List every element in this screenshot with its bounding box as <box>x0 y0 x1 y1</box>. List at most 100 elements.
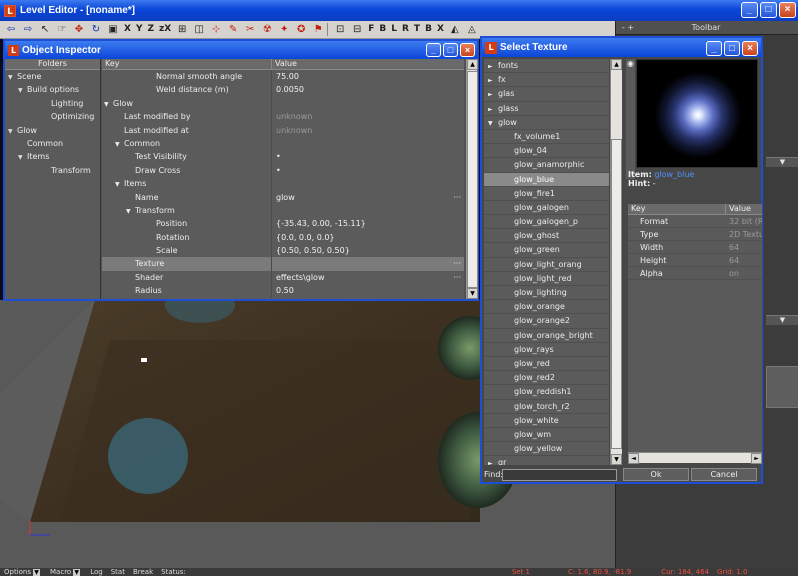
texture-property-row[interactable]: Type 2D Texture <box>628 228 762 241</box>
texture-folder[interactable]: ► glass <box>484 102 609 116</box>
property-value[interactable]: 0.50 <box>276 286 294 295</box>
texture-property-row[interactable]: Height 64 <box>628 254 762 267</box>
snap-angle-icon[interactable]: ☢ <box>259 22 275 37</box>
texture-item[interactable]: glow_rays <box>484 343 609 357</box>
view-bottom-button[interactable]: B <box>423 22 434 37</box>
expand-arrow-icon[interactable]: ► <box>488 60 498 74</box>
scrollbar-thumb[interactable] <box>467 71 478 288</box>
texture-property-row[interactable]: Alpha on <box>628 267 762 280</box>
folder-item[interactable]: ▼ Items <box>5 150 100 163</box>
key-column-header[interactable]: Key <box>102 59 272 69</box>
texture-folder[interactable]: ► glas <box>484 87 609 102</box>
texture-item[interactable]: glow_orange <box>484 300 609 315</box>
property-row[interactable]: Position {-35.43, 0.00, -15.11} <box>102 217 464 231</box>
zoom-selected-icon[interactable]: ⊟ <box>349 22 365 37</box>
property-row[interactable]: Scale {0.50, 0.50, 0.50} <box>102 244 464 258</box>
expand-arrow-icon[interactable]: ▼ <box>18 84 27 97</box>
texture-item[interactable]: glow_blue <box>484 172 609 187</box>
property-value[interactable]: • <box>276 152 281 161</box>
property-value[interactable]: {0.50, 0.50, 0.50} <box>276 246 350 255</box>
inspector-maximize-button[interactable]: □ <box>443 43 458 57</box>
scroll-down-arrow-icon[interactable]: ▼ <box>467 288 478 299</box>
snap-icon[interactable]: ◫ <box>191 22 207 37</box>
property-value[interactable]: unknown <box>276 112 312 121</box>
expand-arrow-icon[interactable]: ► <box>488 457 498 465</box>
scale-icon[interactable]: ▣ <box>105 22 121 37</box>
folders-header[interactable]: Folders <box>5 59 100 70</box>
scroll-left-arrow-icon[interactable]: ◄ <box>628 453 639 464</box>
texture-item[interactable]: glow_yellow <box>484 442 609 457</box>
property-row[interactable]: Last modified by unknown <box>102 110 464 124</box>
folder-item[interactable]: Lighting <box>5 97 100 110</box>
expand-arrow-icon[interactable]: ► <box>488 88 498 102</box>
property-row[interactable]: Rotation {0.0, 0.0, 0.0} <box>102 230 464 245</box>
panel-expander[interactable]: ▼ <box>766 315 798 325</box>
texture-folder[interactable]: ► gr <box>484 456 609 465</box>
browse-button[interactable]: ··· <box>453 257 461 270</box>
grid-icon[interactable]: ⊞ <box>174 22 190 37</box>
object-inspector-window[interactable]: L Object Inspector _ □ × Folders ▼ Scene ▼… <box>3 39 479 301</box>
property-row[interactable]: Draw Cross • <box>102 163 464 178</box>
expand-arrow-icon[interactable]: ▼ <box>488 117 498 131</box>
expand-arrow-icon[interactable]: ▼ <box>104 98 113 110</box>
browse-button[interactable]: ··· <box>453 271 461 284</box>
select-cursor-icon[interactable]: ☞ <box>54 22 70 37</box>
texture-property-row[interactable]: Format 32 bit (RGBA) <box>628 215 762 228</box>
expand-arrow-icon[interactable]: ▼ <box>18 151 27 164</box>
view-front-button[interactable]: F <box>366 22 376 37</box>
texture-item[interactable]: glow_red <box>484 357 609 372</box>
property-value[interactable]: {-35.43, 0.00, -15.11} <box>276 219 366 228</box>
snap-scale-icon[interactable]: ✦ <box>276 22 292 37</box>
key-column-header[interactable]: Key <box>628 204 726 214</box>
log-button[interactable]: Log <box>86 568 107 576</box>
property-value[interactable]: {0.0, 0.0, 0.0} <box>276 233 335 242</box>
inspector-scrollbar[interactable]: ▲ ▼ <box>466 59 478 299</box>
expand-arrow-icon[interactable]: ▼ <box>115 138 124 150</box>
texture-folder[interactable]: ► fonts <box>484 59 609 74</box>
texture-item[interactable]: glow_04 <box>484 144 609 159</box>
inspector-close-button[interactable]: × <box>460 43 475 57</box>
property-row[interactable]: ▼ Transform <box>102 203 464 218</box>
texture-folder[interactable]: ► fx <box>484 73 609 88</box>
texture-list-scrollbar[interactable]: ▲ ▼ <box>610 59 622 465</box>
camera-free-icon[interactable]: ◬ <box>464 22 480 37</box>
property-row[interactable]: ▼ Glow <box>102 96 464 111</box>
property-row[interactable]: Normal smooth angle 75.00 <box>102 70 464 84</box>
cancel-button[interactable]: Cancel <box>691 468 757 481</box>
texture-item[interactable]: glow_orange_bright <box>484 329 609 343</box>
texture-item[interactable]: glow_reddish1 <box>484 385 609 400</box>
expand-arrow-icon[interactable]: ► <box>488 74 498 88</box>
break-button[interactable]: Break <box>129 568 157 576</box>
macro-menu[interactable]: Macro ▼ <box>46 568 86 576</box>
property-row[interactable]: ▼ Items <box>102 177 464 191</box>
texture-item[interactable]: glow_red2 <box>484 371 609 386</box>
texture-item[interactable]: glow_wm <box>484 428 609 443</box>
ok-button[interactable]: Ok <box>623 468 689 481</box>
texture-item[interactable]: glow_light_orang <box>484 258 609 272</box>
expand-arrow-icon[interactable]: ▼ <box>8 125 17 138</box>
texture-item[interactable]: glow_galogen_p <box>484 215 609 230</box>
rotate-icon[interactable]: ↻ <box>88 22 104 37</box>
view-right-button[interactable]: R <box>400 22 411 37</box>
texture-item[interactable]: glow_white <box>484 414 609 428</box>
view-back-button[interactable]: B <box>377 22 388 37</box>
axis-z-button[interactable]: Z <box>145 22 156 37</box>
texture-maximize-button[interactable]: □ <box>724 41 740 56</box>
property-row[interactable]: Radius 0.50 <box>102 284 464 298</box>
texture-item[interactable]: glow_orange2 <box>484 314 609 329</box>
panel-swatch[interactable] <box>766 366 798 408</box>
texture-item[interactable]: glow_ghost <box>484 229 609 244</box>
undo-icon[interactable]: ⇦ <box>3 22 19 37</box>
property-value[interactable]: effects\glow <box>276 273 325 282</box>
scroll-up-arrow-icon[interactable]: ▲ <box>611 59 622 70</box>
texture-close-button[interactable]: × <box>742 41 758 56</box>
texture-item[interactable]: fx_volume1 <box>484 130 609 145</box>
snap-grid-icon[interactable]: ⚑ <box>310 22 326 37</box>
maximize-button[interactable]: □ <box>760 2 777 18</box>
snap-move-icon[interactable]: ⊹ <box>208 22 224 37</box>
expand-arrow-icon[interactable]: ▼ <box>115 178 124 190</box>
texture-minimize-button[interactable]: _ <box>706 41 722 56</box>
texture-property-row[interactable]: Width 64 <box>628 241 762 254</box>
move-icon[interactable]: ✥ <box>71 22 87 37</box>
snap-vertex-icon[interactable]: ✂ <box>242 22 258 37</box>
